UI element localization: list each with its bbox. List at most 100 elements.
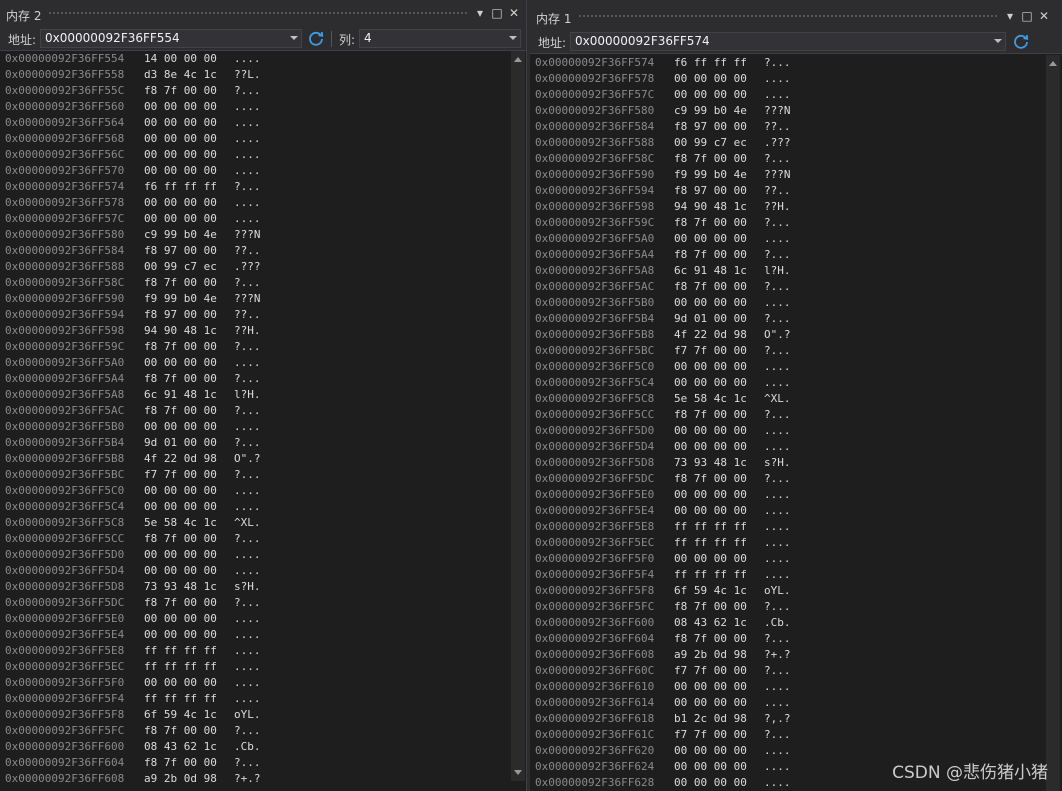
memory-row[interactable]: 0x00000092F36FF590 f9 99 b0 4e ???N	[0, 291, 510, 307]
memory-row[interactable]: 0x00000092F36FF5EC ff ff ff ff....	[0, 659, 510, 675]
memory-bytes[interactable]: f7 7f 00 00	[674, 343, 747, 359]
memory-row[interactable]: 0x00000092F36FF5B0 00 00 00 00....	[530, 295, 1040, 311]
memory-bytes[interactable]: f8 97 00 00	[144, 307, 217, 323]
memory-ascii[interactable]: ....	[764, 679, 791, 695]
memory-bytes[interactable]: 08 43 62 1c	[674, 615, 747, 631]
memory-ascii[interactable]: ?...	[764, 471, 791, 487]
memory-ascii[interactable]: s?H.	[234, 579, 261, 595]
memory-ascii[interactable]: ....	[234, 355, 261, 371]
memory-row[interactable]: 0x00000092F36FF5F8 6f 59 4c 1c oYL.	[0, 707, 510, 723]
memory-bytes[interactable]: f8 7f 00 00	[144, 83, 217, 99]
memory-row[interactable]: 0x00000092F36FF610 00 00 00 00....	[530, 679, 1040, 695]
memory-bytes[interactable]: 6f 59 4c 1c	[674, 583, 747, 599]
memory-ascii[interactable]: ??H.	[764, 199, 791, 215]
memory-row[interactable]: 0x00000092F36FF59C f8 7f 00 00?...	[530, 215, 1040, 231]
memory-row[interactable]: 0x00000092F36FF5A0 00 00 00 00....	[530, 231, 1040, 247]
memory-ascii[interactable]: ?...	[764, 343, 791, 359]
window-dropdown-icon[interactable]: ▾	[1002, 7, 1018, 25]
memory-ascii[interactable]: ....	[234, 499, 261, 515]
memory-bytes[interactable]: f9 99 b0 4e	[144, 291, 217, 307]
memory-ascii[interactable]: ....	[234, 675, 261, 691]
memory-bytes[interactable]: f8 7f 00 00	[674, 407, 747, 423]
memory-ascii[interactable]: ??..	[234, 243, 261, 259]
memory-ascii[interactable]: ?...	[764, 631, 791, 647]
memory-bytes[interactable]: f8 7f 00 00	[674, 215, 747, 231]
memory-row[interactable]: 0x00000092F36FF58C f8 7f 00 00?...	[0, 275, 510, 291]
memory-ascii[interactable]: ....	[234, 419, 261, 435]
memory-row[interactable]: 0x00000092F36FF60C f7 7f 00 00?...	[530, 663, 1040, 679]
memory-ascii[interactable]: ....	[764, 775, 791, 791]
memory-row[interactable]: 0x00000092F36FF5A0 00 00 00 00....	[0, 355, 510, 371]
memory-bytes[interactable]: 00 00 00 00	[144, 115, 217, 131]
memory-bytes[interactable]: f8 7f 00 00	[144, 371, 217, 387]
memory-bytes[interactable]: 14 00 00 00	[144, 51, 217, 67]
chevron-down-icon[interactable]	[994, 39, 1002, 43]
memory-ascii[interactable]: ....	[764, 759, 791, 775]
memory-bytes[interactable]: 00 00 00 00	[674, 295, 747, 311]
memory-row[interactable]: 0x00000092F36FF59C f8 7f 00 00?...	[0, 339, 510, 355]
memory-bytes[interactable]: f8 7f 00 00	[144, 403, 217, 419]
memory-ascii[interactable]: ??..	[234, 307, 261, 323]
memory-ascii[interactable]: ??H.	[234, 323, 261, 339]
memory-bytes[interactable]: f9 99 b0 4e	[674, 167, 747, 183]
memory-ascii[interactable]: ?...	[234, 179, 261, 195]
memory-bytes[interactable]: d3 8e 4c 1c	[144, 67, 217, 83]
memory-bytes[interactable]: f8 7f 00 00	[144, 531, 217, 547]
memory-row[interactable]: 0x00000092F36FF57C 00 00 00 00....	[530, 87, 1040, 103]
memory-row[interactable]: 0x00000092F36FF5C4 00 00 00 00....	[530, 375, 1040, 391]
memory-row[interactable]: 0x00000092F36FF604 f8 7f 00 00?...	[0, 755, 510, 771]
memory-row[interactable]: 0x00000092F36FF5CC f8 7f 00 00?...	[0, 531, 510, 547]
memory-bytes[interactable]: f8 7f 00 00	[674, 247, 747, 263]
memory-bytes[interactable]: 00 00 00 00	[144, 355, 217, 371]
memory-bytes[interactable]: c9 99 b0 4e	[674, 103, 747, 119]
memory-ascii[interactable]: ....	[234, 563, 261, 579]
memory-row[interactable]: 0x00000092F36FF574 f6 ff ff ff?...	[530, 55, 1040, 71]
memory-row[interactable]: 0x00000092F36FF5FC f8 7f 00 00?...	[530, 599, 1040, 615]
memory-row[interactable]: 0x00000092F36FF5C4 00 00 00 00....	[0, 499, 510, 515]
memory-bytes[interactable]: 00 00 00 00	[144, 163, 217, 179]
memory-row[interactable]: 0x00000092F36FF598 94 90 48 1c ??H.	[530, 199, 1040, 215]
memory-row[interactable]: 0x00000092F36FF608 a9 2b 0d 98 ?+.?	[530, 647, 1040, 663]
memory-ascii[interactable]: ....	[234, 547, 261, 563]
memory-ascii[interactable]: l?H.	[234, 387, 261, 403]
memory-row[interactable]: 0x00000092F36FF5A8 6c 91 48 1c l?H.	[530, 263, 1040, 279]
memory-row[interactable]: 0x00000092F36FF56C 00 00 00 00....	[0, 147, 510, 163]
maximize-icon[interactable]: □	[1019, 7, 1035, 25]
memory-ascii[interactable]: ?...	[234, 339, 261, 355]
memory-bytes[interactable]: 00 00 00 00	[674, 679, 747, 695]
memory-bytes[interactable]: 4f 22 0d 98	[674, 327, 747, 343]
memory-row[interactable]: 0x00000092F36FF5E8 ff ff ff ff....	[0, 643, 510, 659]
column-select[interactable]: 4	[359, 29, 521, 48]
memory-ascii[interactable]: ?...	[764, 727, 791, 743]
memory-row[interactable]: 0x00000092F36FF5FC f8 7f 00 00?...	[0, 723, 510, 739]
memory-ascii[interactable]: ....	[764, 535, 791, 551]
memory-ascii[interactable]: ?+.?	[234, 771, 261, 787]
memory-row[interactable]: 0x00000092F36FF5A4 f8 7f 00 00?...	[530, 247, 1040, 263]
memory-row[interactable]: 0x00000092F36FF598 94 90 48 1c ??H.	[0, 323, 510, 339]
memory-bytes[interactable]: 00 00 00 00	[674, 775, 747, 791]
memory-ascii[interactable]: ^XL.	[764, 391, 791, 407]
memory-ascii[interactable]: ?...	[234, 83, 261, 99]
memory-row[interactable]: 0x00000092F36FF554 14 00 00 00....	[0, 51, 510, 67]
memory-row[interactable]: 0x00000092F36FF55C f8 7f 00 00?...	[0, 83, 510, 99]
chevron-down-icon[interactable]	[509, 36, 517, 40]
memory-bytes[interactable]: 00 00 00 00	[674, 359, 747, 375]
memory-ascii[interactable]: ???N	[764, 167, 791, 183]
memory-ascii[interactable]: ....	[234, 115, 261, 131]
memory-ascii[interactable]: ....	[764, 295, 791, 311]
memory-bytes[interactable]: ff ff ff ff	[144, 691, 217, 707]
maximize-icon[interactable]: □	[489, 4, 505, 22]
memory-bytes[interactable]: f8 7f 00 00	[674, 471, 747, 487]
memory-row[interactable]: 0x00000092F36FF5F0 00 00 00 00....	[0, 675, 510, 691]
memory-row[interactable]: 0x00000092F36FF5CC f8 7f 00 00?...	[530, 407, 1040, 423]
memory-ascii[interactable]: ....	[764, 359, 791, 375]
memory-bytes[interactable]: 5e 58 4c 1c	[144, 515, 217, 531]
memory-bytes[interactable]: f7 7f 00 00	[674, 663, 747, 679]
memory-row[interactable]: 0x00000092F36FF590 f9 99 b0 4e ???N	[530, 167, 1040, 183]
memory-bytes[interactable]: 00 00 00 00	[674, 231, 747, 247]
memory-ascii[interactable]: ....	[764, 423, 791, 439]
memory-ascii[interactable]: ?,.?	[764, 711, 791, 727]
memory-bytes[interactable]: 00 00 00 00	[144, 499, 217, 515]
memory-bytes[interactable]: 73 93 48 1c	[144, 579, 217, 595]
memory-bytes[interactable]: ff ff ff ff	[674, 535, 747, 551]
